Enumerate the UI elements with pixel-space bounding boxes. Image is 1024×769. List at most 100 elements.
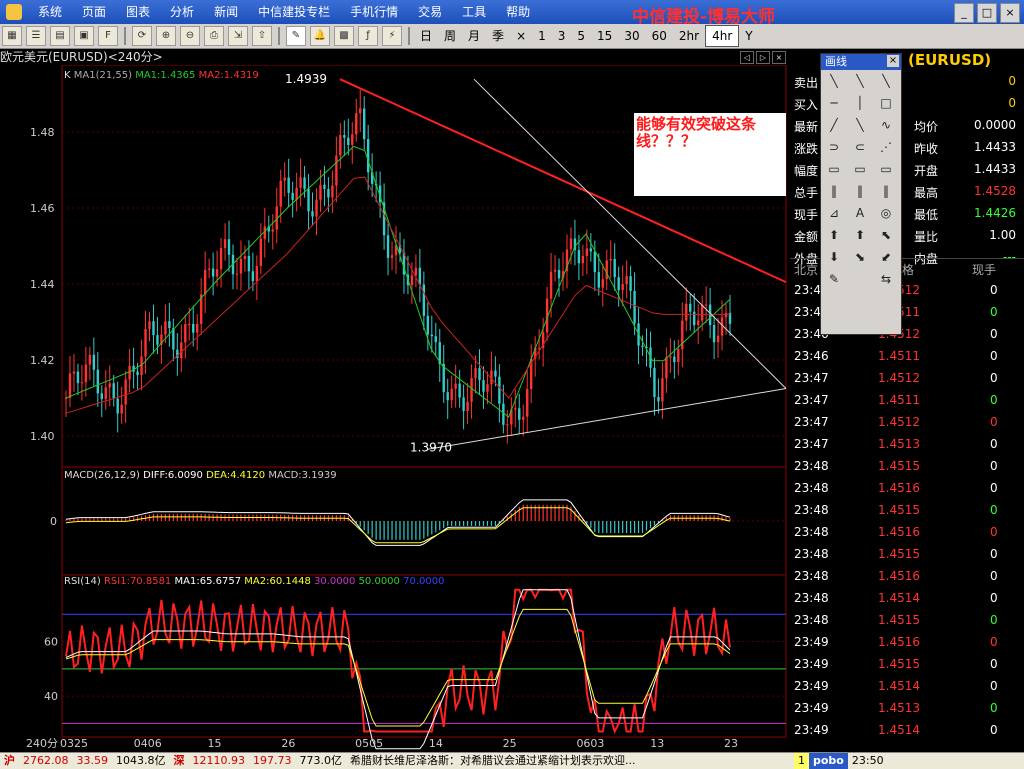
draw-tool-icon[interactable]: ⬆ [821, 224, 847, 246]
draw-tool-icon[interactable]: ⊂ [847, 136, 873, 158]
period-week[interactable]: 周 [438, 26, 462, 46]
close-icon[interactable]: × [772, 51, 786, 64]
draw-tool-icon[interactable]: ∿ [873, 114, 899, 136]
prev-icon[interactable]: ◁ [740, 51, 754, 64]
draw-tool-icon[interactable]: ⬋ [873, 246, 899, 268]
app-icon[interactable] [6, 4, 22, 20]
period-30[interactable]: 30 [618, 26, 645, 46]
period-quarter[interactable]: 季 [486, 26, 510, 46]
draw-tool-icon[interactable]: │ [847, 92, 873, 114]
news-ticker[interactable]: 希腊财长维尼泽洛斯：对希腊议会通过紧缩计划表示欢迎... [346, 753, 794, 769]
candle-body [299, 177, 302, 188]
list-icon[interactable]: ☰ [26, 26, 46, 46]
export-icon[interactable]: ⇲ [228, 26, 248, 46]
indicator-icon[interactable]: ▩ [334, 26, 354, 46]
menu-tools[interactable]: 工具 [452, 0, 496, 24]
draw-tool-icon[interactable]: □ [873, 92, 899, 114]
period-3[interactable]: 3 [552, 26, 572, 46]
period-month[interactable]: 月 [462, 26, 486, 46]
candle-body [569, 238, 573, 250]
next-icon[interactable]: ▷ [756, 51, 770, 64]
candle-body [673, 356, 676, 363]
draw-tool-icon[interactable]: A [847, 202, 873, 224]
draw-tool-icon[interactable]: ╱ [821, 114, 847, 136]
menu-trade[interactable]: 交易 [408, 0, 452, 24]
zoom-in-icon[interactable]: ⊕ [156, 26, 176, 46]
candle-body [633, 290, 636, 324]
period-1[interactable]: 1 [532, 26, 552, 46]
period-5[interactable]: 5 [571, 26, 591, 46]
window-buttons: _ □ × [954, 3, 1020, 23]
draw-tool-icon[interactable] [847, 268, 873, 290]
draw-tool-icon[interactable]: ‖ [847, 180, 873, 202]
bookmark-icon[interactable]: ⇧ [252, 26, 272, 46]
draw-tool-icon[interactable]: ╲ [821, 70, 847, 92]
draw-tool-icon[interactable]: ‖ [821, 180, 847, 202]
draw-tool-icon[interactable]: ▭ [847, 158, 873, 180]
period-4hr[interactable]: 4hr [705, 25, 740, 47]
legend-k: K [64, 70, 71, 81]
formula-icon[interactable]: ƒ [358, 26, 378, 46]
quote-value: 1.00 [989, 228, 1016, 242]
table-icon[interactable]: ▤ [50, 26, 70, 46]
grid-icon[interactable]: ▦ [2, 26, 22, 46]
flash-icon[interactable]: ⚡ [382, 26, 402, 46]
alert-count[interactable]: 1 [794, 753, 809, 769]
period-year[interactable]: Y [739, 26, 758, 46]
menu-mobile[interactable]: 手机行情 [340, 0, 408, 24]
legend-rsi1: RSI1:70.8581 [103, 576, 172, 587]
draw-tool-icon[interactable]: ─ [821, 92, 847, 114]
trade-row: 23:47 1.4512 0 [790, 367, 1024, 389]
trade-time: 23:48 [794, 591, 829, 605]
draw-tool-icon[interactable]: ⊃ [821, 136, 847, 158]
draw-tool-icon[interactable]: ╲ [873, 70, 899, 92]
period-15[interactable]: 15 [591, 26, 618, 46]
close-icon[interactable]: × [887, 55, 899, 67]
draw-tool-icon[interactable]: ⬊ [847, 246, 873, 268]
draw-tool-icon[interactable]: ⬇ [821, 246, 847, 268]
draw-tool-icon[interactable]: ✎ [821, 268, 847, 290]
draw-tool-icon[interactable]: ▭ [821, 158, 847, 180]
menu-system[interactable]: 系统 [28, 0, 72, 24]
quote-value: 1.4433 [974, 162, 1016, 176]
draw-tool-icon[interactable]: ‖ [873, 180, 899, 202]
candle-body [613, 258, 616, 278]
toolbar-separator [124, 27, 126, 45]
draw-tool-icon[interactable]: ▭ [873, 158, 899, 180]
trade-volume: 0 [990, 393, 998, 407]
quote-label: 买入 [794, 98, 819, 112]
draw-line-icon[interactable]: ✎ [286, 26, 306, 46]
menu-news[interactable]: 新闻 [204, 0, 248, 24]
quote-label: 现手 [794, 208, 819, 222]
refresh-icon[interactable]: ⟳ [132, 26, 152, 46]
menu-column[interactable]: 中信建投专栏 [248, 0, 340, 24]
info-icon[interactable]: F [98, 26, 118, 46]
zoom-out-icon[interactable]: ⊖ [180, 26, 200, 46]
print-icon[interactable]: ⎙ [204, 26, 224, 46]
period-2hr[interactable]: 2hr [673, 26, 705, 46]
draw-tool-icon[interactable]: ◎ [873, 202, 899, 224]
close-button[interactable]: × [1000, 3, 1020, 23]
window-icon[interactable]: ▣ [74, 26, 94, 46]
menu-chart[interactable]: 图表 [116, 0, 160, 24]
period-day[interactable]: 日 [414, 26, 438, 46]
menu-page[interactable]: 页面 [72, 0, 116, 24]
alarm-icon[interactable]: 🔔 [310, 26, 330, 46]
restore-button[interactable]: □ [977, 3, 997, 23]
candle-body [577, 250, 581, 264]
x-tick-label: 13 [650, 737, 664, 750]
draw-tool-icon[interactable]: ⊿ [821, 202, 847, 224]
draw-tool-icon[interactable]: ╲ [847, 114, 873, 136]
minimize-button[interactable]: _ [954, 3, 974, 23]
period-close[interactable]: × [510, 26, 532, 46]
draw-tool-icon[interactable]: ╲ [847, 70, 873, 92]
menu-help[interactable]: 帮助 [496, 0, 540, 24]
menu-analysis[interactable]: 分析 [160, 0, 204, 24]
draw-tool-icon[interactable]: ⋰ [873, 136, 899, 158]
draw-tool-icon[interactable]: ⬆ [847, 224, 873, 246]
draw-tool-icon[interactable]: ⬉ [873, 224, 899, 246]
draw-tool-icon[interactable]: ⇆ [873, 268, 899, 290]
rsi-pane-border [61, 574, 787, 738]
sh-index: 2762.08 [23, 754, 69, 767]
period-60[interactable]: 60 [646, 26, 673, 46]
